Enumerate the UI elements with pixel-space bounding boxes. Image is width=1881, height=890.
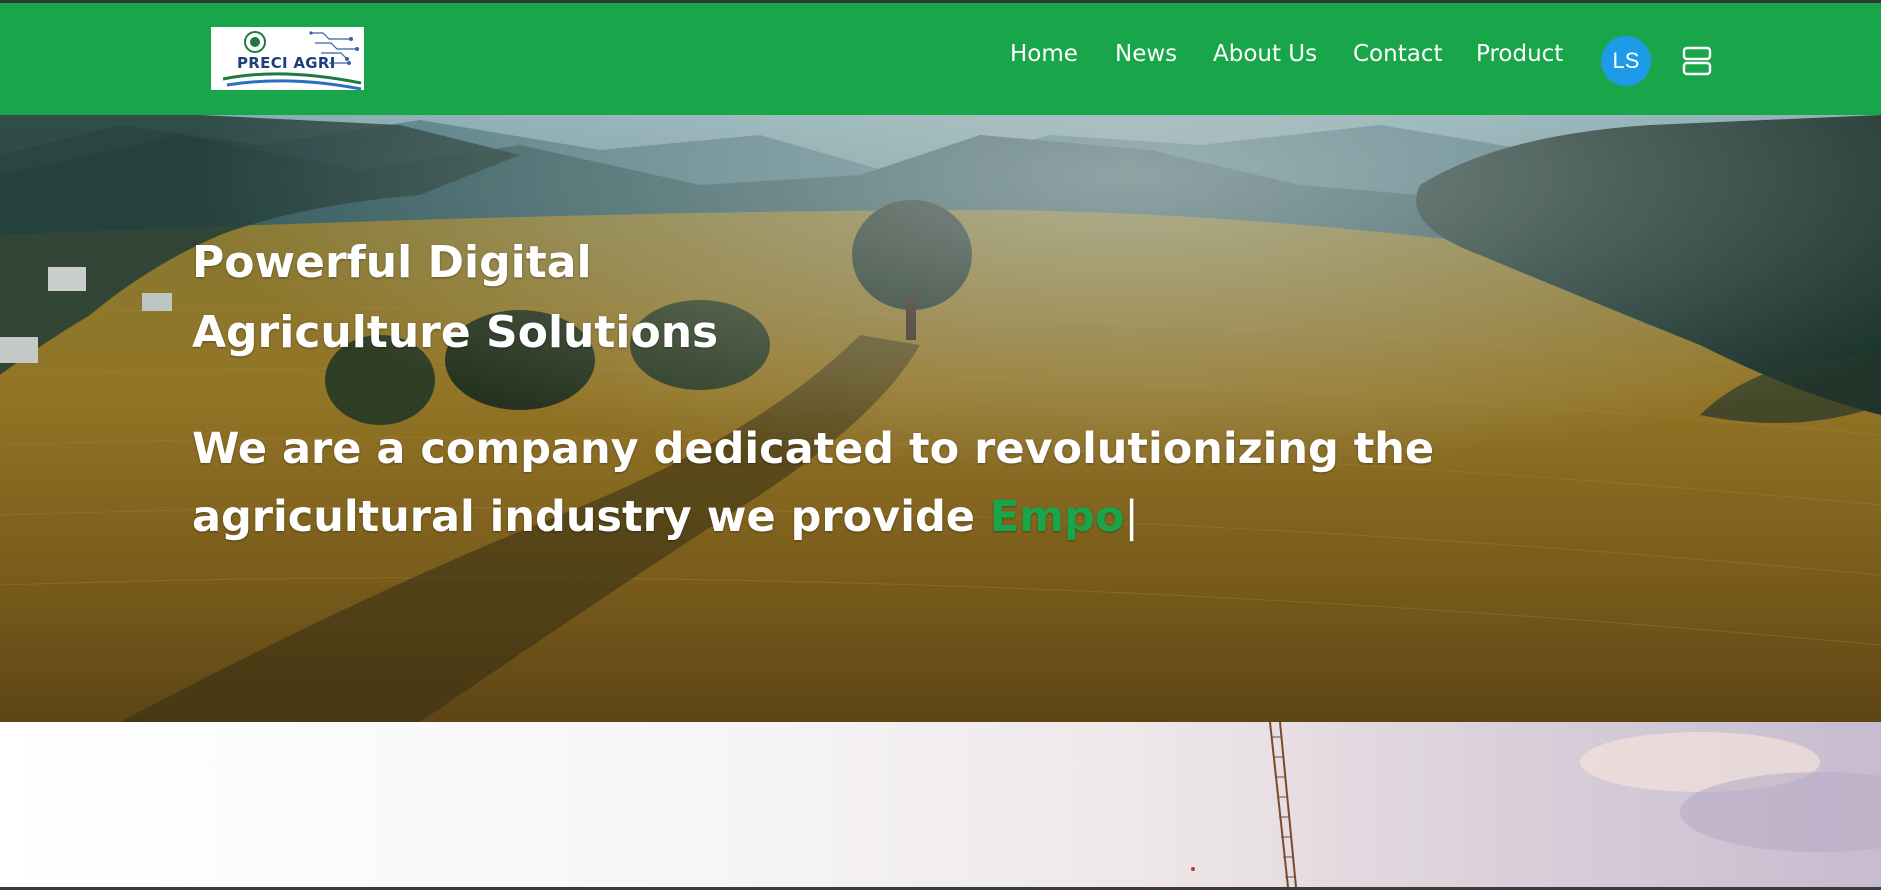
hero-section: Powerful Digital Agriculture Solutions W… [0,115,1881,722]
typed-word: Empo [989,492,1125,542]
nav-home-link[interactable]: Home [1010,39,1078,69]
nav-product-link[interactable]: Product [1476,39,1563,69]
nav-about-link[interactable]: About Us [1213,39,1317,69]
logo-text: PRECI AGRI [237,54,336,72]
page: PRECI AGRI Home News About Us Contact Pr… [0,0,1881,890]
windmill-sky-image [0,722,1881,887]
hero-title-line-1: Powerful Digital [192,237,592,288]
hero-subtitle: We are a company dedicated to revolution… [192,415,1435,551]
hero-subtitle-line-2: agricultural industry we provide Empo| [192,483,1412,551]
next-section-image [0,722,1881,887]
server-icon [1682,46,1712,76]
hero-subtitle-line-2-text: agricultural industry we provide [192,492,990,542]
typing-cursor: | [1124,492,1139,542]
hero-title: Powerful Digital Agriculture Solutions [192,228,892,368]
top-navbar: PRECI AGRI Home News About Us Contact Pr… [0,0,1881,115]
nav-news-link[interactable]: News [1115,39,1177,69]
nav-contact-link[interactable]: Contact [1353,39,1442,69]
user-avatar[interactable]: LS [1601,36,1651,86]
hero-subtitle-line-1: We are a company dedicated to revolution… [192,424,1435,474]
preci-agri-logo[interactable]: PRECI AGRI [211,27,364,90]
hero-title-line-2: Agriculture Solutions [192,307,719,358]
server-menu-icon[interactable] [1681,45,1713,77]
